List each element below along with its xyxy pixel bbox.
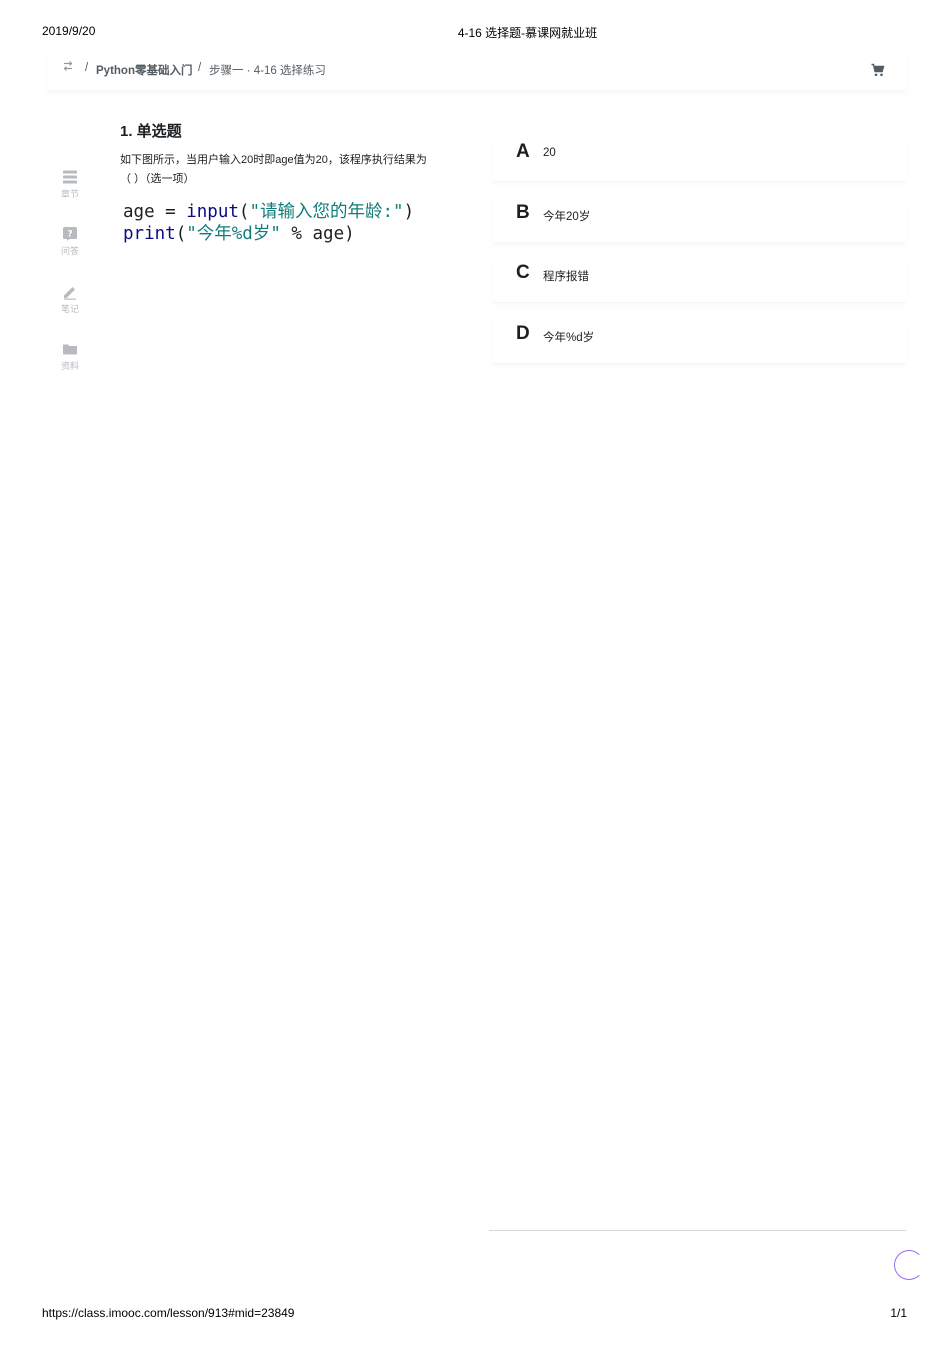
sidebar-item-materials[interactable]: 资料	[52, 341, 88, 372]
print-page-number: 1/1	[890, 1306, 907, 1320]
option-text: 今年%d岁	[543, 332, 595, 344]
sidebar-item-qa[interactable]: ? 问答	[52, 226, 88, 257]
sidebar-item-label: 章节	[60, 189, 79, 199]
sidebar-item-label: 笔记	[60, 304, 79, 314]
option-a[interactable]: A 20	[493, 136, 906, 182]
code-text: (	[238, 202, 250, 222]
code-text: % age)	[280, 224, 355, 244]
option-b[interactable]: B 今年20岁	[493, 197, 906, 243]
pencil-icon	[64, 287, 76, 300]
code-string: "今年%d岁"	[186, 224, 281, 244]
bottom-divider	[489, 1230, 906, 1231]
question-icon: ?	[63, 227, 77, 241]
breadcrumb-lesson: 步骤一 · 4-16 选择练习	[209, 65, 326, 77]
code-function: input	[186, 202, 239, 222]
shopping-cart-icon[interactable]	[870, 62, 886, 78]
option-text: 今年20岁	[543, 211, 591, 223]
option-c[interactable]: C 程序报错	[493, 257, 906, 303]
breadcrumb-course[interactable]: Python零基础入门	[96, 62, 192, 78]
top-nav-bar: / Python零基础入门 / 步骤一 · 4-16 选择练习	[48, 50, 906, 91]
print-url: https://class.imooc.com/lesson/913#mid=2…	[42, 1306, 295, 1320]
code-text: (	[175, 224, 187, 244]
question-description: 如下图所示，当用户输入20时即age值为20，该程序执行结果为（ ）（选一项）	[120, 154, 427, 185]
code-text: )	[403, 202, 415, 222]
option-letter: C	[516, 262, 530, 283]
sidebar-item-notes[interactable]: 笔记	[52, 284, 88, 315]
code-string: "请输入您的年龄:"	[249, 202, 404, 222]
sidebar-item-label: 资料	[60, 361, 79, 371]
code-function: print	[123, 224, 176, 244]
option-letter: D	[516, 323, 530, 344]
swap-arrows-icon[interactable]	[62, 60, 76, 74]
chapter-list-icon	[63, 170, 77, 184]
breadcrumb-separator: /	[198, 62, 202, 74]
option-text: 20	[543, 147, 556, 159]
breadcrumb-separator: /	[85, 62, 89, 74]
floating-circle-button[interactable]	[894, 1250, 924, 1280]
print-page-title: 4-16 选择题-慕课网就业班	[457, 26, 598, 40]
option-text: 程序报错	[543, 271, 589, 283]
option-d[interactable]: D 今年%d岁	[493, 318, 906, 364]
option-letter: A	[516, 141, 530, 162]
folder-icon	[63, 344, 77, 355]
code-snippet: age = input("请输入您的年龄:") print("今年%d岁" % …	[123, 201, 414, 245]
question-title: 1. 单选题	[120, 123, 182, 140]
sidebar-item-chapters[interactable]: 章节	[52, 169, 88, 200]
svg-text:?: ?	[67, 230, 72, 240]
option-letter: B	[516, 202, 530, 223]
code-text: age =	[123, 202, 187, 222]
sidebar-item-label: 问答	[60, 246, 79, 256]
